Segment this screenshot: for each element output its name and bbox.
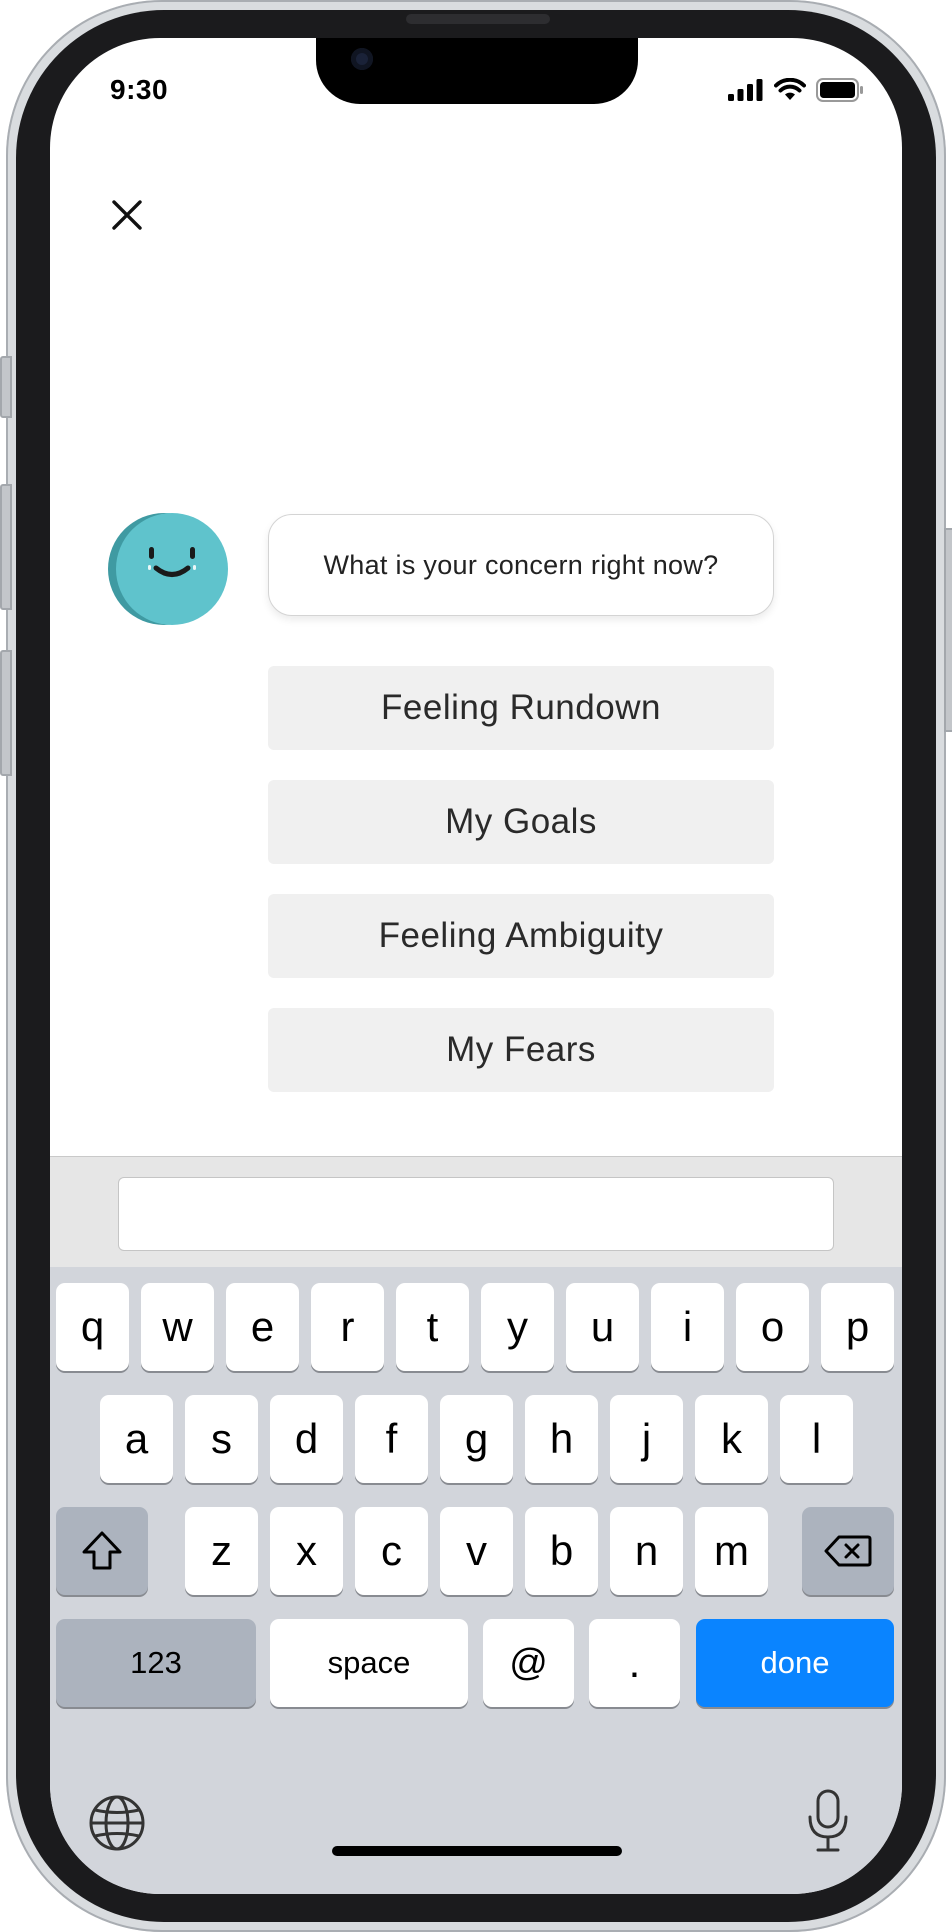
- battery-icon: [816, 78, 863, 102]
- volume-down-button: [0, 650, 12, 776]
- key-z[interactable]: z: [185, 1507, 258, 1595]
- key-a[interactable]: a: [100, 1395, 173, 1483]
- key-t[interactable]: t: [396, 1283, 469, 1371]
- key-l[interactable]: l: [780, 1395, 853, 1483]
- power-button: [944, 528, 952, 732]
- key-y[interactable]: y: [481, 1283, 554, 1371]
- front-camera: [351, 48, 373, 70]
- cellular-signal-icon: [728, 79, 763, 101]
- home-indicator: [332, 1846, 622, 1856]
- option-my-fears[interactable]: My Fears: [268, 1008, 774, 1092]
- key-h[interactable]: h: [525, 1395, 598, 1483]
- shift-arrow-icon: [82, 1531, 122, 1570]
- key-n[interactable]: n: [610, 1507, 683, 1595]
- key-r[interactable]: r: [311, 1283, 384, 1371]
- close-icon[interactable]: [110, 198, 144, 232]
- key-s[interactable]: s: [185, 1395, 258, 1483]
- key-x[interactable]: x: [270, 1507, 343, 1595]
- status-icons: [728, 78, 864, 102]
- speaker-grille: [406, 14, 550, 24]
- keyboard: q w e r t y u i o p a s d f g h j k l z …: [50, 1267, 902, 1894]
- message-input-bar: [50, 1156, 902, 1267]
- bot-message-bubble: What is your concern right now?: [268, 514, 774, 616]
- key-d[interactable]: d: [270, 1395, 343, 1483]
- key-u[interactable]: u: [566, 1283, 639, 1371]
- message-input[interactable]: [118, 1177, 834, 1251]
- key-o[interactable]: o: [736, 1283, 809, 1371]
- smiley-face-icon: [148, 547, 196, 577]
- key-w[interactable]: w: [141, 1283, 214, 1371]
- backspace-icon: [824, 1535, 872, 1567]
- delete-key[interactable]: [802, 1507, 894, 1595]
- wifi-icon: [774, 78, 806, 100]
- period-key[interactable]: .: [589, 1619, 680, 1707]
- microphone-icon[interactable]: [806, 1789, 850, 1853]
- key-b[interactable]: b: [525, 1507, 598, 1595]
- done-key[interactable]: done: [696, 1619, 894, 1707]
- silent-switch: [0, 356, 12, 418]
- key-p[interactable]: p: [821, 1283, 894, 1371]
- at-key[interactable]: @: [483, 1619, 574, 1707]
- key-v[interactable]: v: [440, 1507, 513, 1595]
- volume-up-button: [0, 484, 12, 610]
- key-q[interactable]: q: [56, 1283, 129, 1371]
- status-time: 9:30: [110, 74, 169, 105]
- key-c[interactable]: c: [355, 1507, 428, 1595]
- option-my-goals[interactable]: My Goals: [268, 780, 774, 864]
- globe-icon[interactable]: [88, 1794, 146, 1852]
- numbers-key[interactable]: 123: [56, 1619, 256, 1707]
- notch: [316, 38, 638, 104]
- screen: 9:30 What is your concern right now? Fee…: [50, 38, 902, 1894]
- key-g[interactable]: g: [440, 1395, 513, 1483]
- key-m[interactable]: m: [695, 1507, 768, 1595]
- key-e[interactable]: e: [226, 1283, 299, 1371]
- key-j[interactable]: j: [610, 1395, 683, 1483]
- shift-key[interactable]: [56, 1507, 148, 1595]
- key-f[interactable]: f: [355, 1395, 428, 1483]
- option-feeling-rundown[interactable]: Feeling Rundown: [268, 666, 774, 750]
- option-feeling-ambiguity[interactable]: Feeling Ambiguity: [268, 894, 774, 978]
- bot-avatar: [116, 513, 228, 625]
- key-k[interactable]: k: [695, 1395, 768, 1483]
- space-key[interactable]: space: [270, 1619, 468, 1707]
- key-i[interactable]: i: [651, 1283, 724, 1371]
